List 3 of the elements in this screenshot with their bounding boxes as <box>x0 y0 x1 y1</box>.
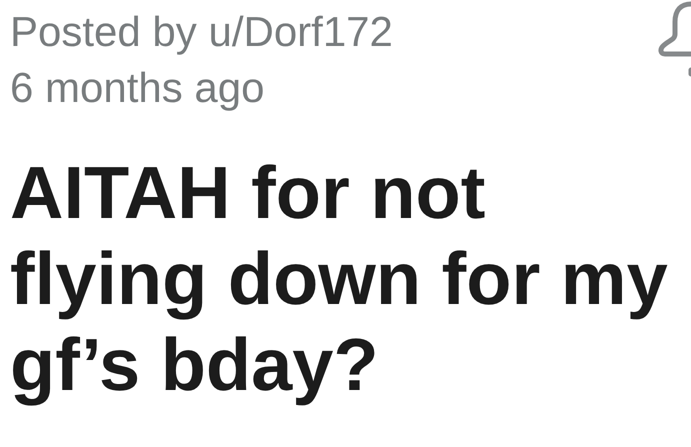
post-age: 6 months ago <box>10 63 265 113</box>
author-line: Posted by u/Dorf172 <box>10 7 393 57</box>
post-title: AITAH for not flying down for my gf’s bday? <box>10 150 669 408</box>
